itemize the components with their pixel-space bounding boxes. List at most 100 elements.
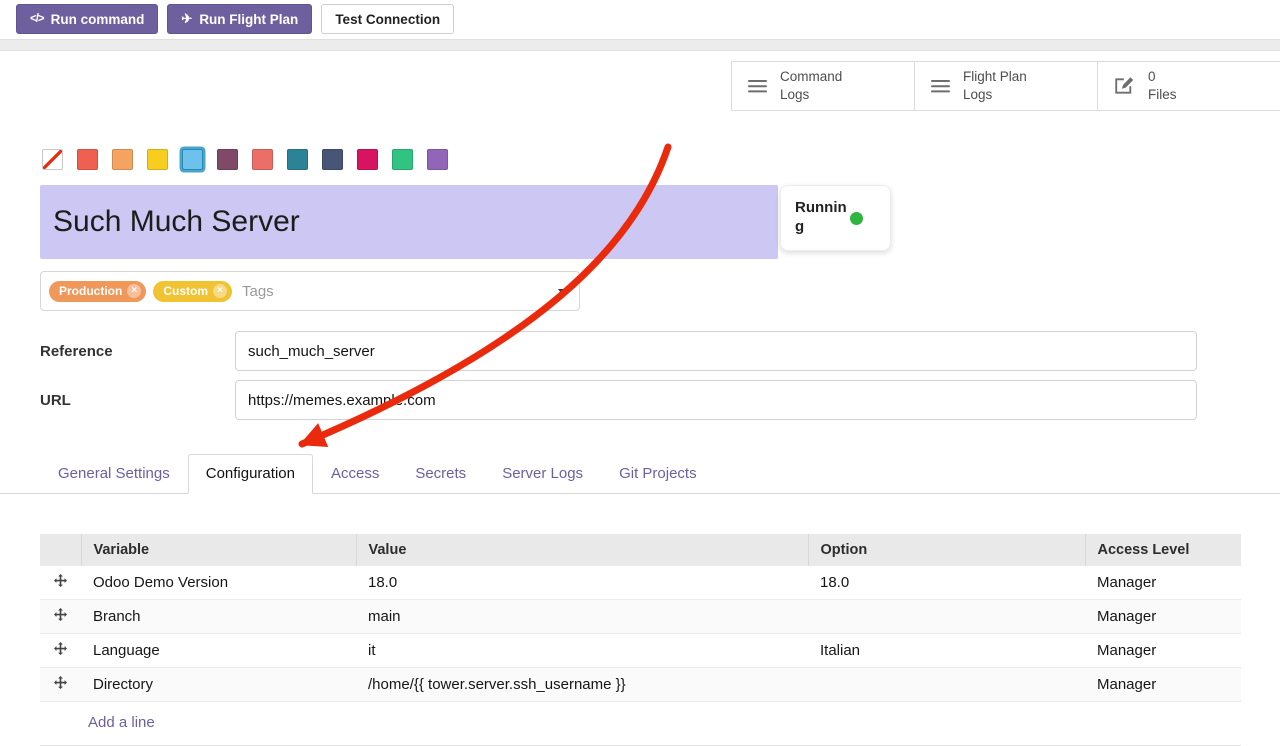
table-header-row: Variable Value Option Access Level: [40, 534, 1241, 566]
cell-variable[interactable]: Language: [81, 634, 356, 668]
color-swatch-cyan-selected[interactable]: [182, 149, 203, 170]
color-swatch-teal[interactable]: [287, 149, 308, 170]
stat-command-logs[interactable]: Command Logs: [731, 62, 914, 110]
stat-line2: Logs: [963, 87, 992, 102]
edit-icon: [1114, 76, 1135, 96]
cell-option[interactable]: Italian: [808, 634, 1085, 668]
cell-option[interactable]: [808, 668, 1085, 702]
configuration-table: Variable Value Option Access Level Odoo …: [40, 534, 1241, 746]
test-connection-button[interactable]: Test Connection: [321, 4, 454, 34]
cell-value[interactable]: main: [356, 600, 808, 634]
stat-line2: Files: [1148, 87, 1177, 102]
col-access-level[interactable]: Access Level: [1085, 534, 1241, 566]
cell-value[interactable]: 18.0: [356, 566, 808, 600]
status-dot-icon: [850, 212, 863, 225]
color-swatch-none[interactable]: [42, 149, 63, 170]
col-option[interactable]: Option: [808, 534, 1085, 566]
drag-handle-icon[interactable]: [40, 634, 81, 668]
cell-value[interactable]: /home/{{ tower.server.ssh_username }}: [356, 668, 808, 702]
run-command-button[interactable]: </> Run command: [16, 4, 158, 34]
run-command-label: Run command: [51, 12, 145, 27]
title-row: Such Much Server Running: [40, 185, 1240, 259]
divider-strip: [0, 39, 1280, 51]
tab-secrets[interactable]: Secrets: [397, 454, 484, 494]
stat-flight-plan-logs-label: Flight Plan Logs: [963, 68, 1027, 103]
stat-files-label: 0 Files: [1148, 68, 1177, 103]
drag-handle-icon[interactable]: [40, 600, 81, 634]
color-swatch-dark-purple[interactable]: [217, 149, 238, 170]
url-value: https://memes.example.com: [248, 392, 436, 409]
status-button[interactable]: Running: [780, 185, 891, 251]
tag-label: Custom: [163, 284, 208, 298]
code-icon: </>: [30, 13, 44, 25]
test-connection-label: Test Connection: [335, 12, 440, 27]
url-row: URL https://memes.example.com: [40, 380, 1197, 420]
run-flight-plan-button[interactable]: ✈ Run Flight Plan: [167, 4, 312, 34]
stat-files[interactable]: 0 Files: [1097, 62, 1280, 110]
tab-server-logs[interactable]: Server Logs: [484, 454, 601, 494]
color-swatch-purple[interactable]: [427, 149, 448, 170]
table-row[interactable]: Odoo Demo Version 18.0 18.0 Manager: [40, 566, 1241, 600]
table-row[interactable]: Language it Italian Manager: [40, 634, 1241, 668]
run-flight-plan-label: Run Flight Plan: [199, 12, 298, 27]
reference-value: such_much_server: [248, 343, 375, 360]
stat-line1: 0: [1148, 69, 1156, 84]
url-input[interactable]: https://memes.example.com: [235, 380, 1197, 420]
status-label: Running: [795, 199, 847, 237]
color-swatch-salmon[interactable]: [252, 149, 273, 170]
table-row[interactable]: Branch main Manager: [40, 600, 1241, 634]
color-swatch-magenta[interactable]: [357, 149, 378, 170]
tab-git-projects[interactable]: Git Projects: [601, 454, 715, 494]
server-name-text: Such Much Server: [53, 205, 300, 239]
handle-column-header: [40, 534, 81, 566]
cell-variable[interactable]: Branch: [81, 600, 356, 634]
color-swatch-navy[interactable]: [322, 149, 343, 170]
tags-field[interactable]: Production × Custom × Tags: [40, 271, 580, 311]
cell-access-level[interactable]: Manager: [1085, 600, 1241, 634]
cell-access-level[interactable]: Manager: [1085, 566, 1241, 600]
cell-option[interactable]: [808, 600, 1085, 634]
stat-command-logs-label: Command Logs: [780, 68, 842, 103]
notebook-tabs: General Settings Configuration Access Se…: [0, 454, 1280, 494]
reference-input[interactable]: such_much_server: [235, 331, 1197, 371]
plane-icon: ✈: [181, 11, 192, 27]
color-swatch-green[interactable]: [392, 149, 413, 170]
remove-tag-icon[interactable]: ×: [127, 284, 141, 298]
stat-line1: Flight Plan: [963, 69, 1027, 84]
tab-configuration[interactable]: Configuration: [188, 454, 313, 494]
stat-cells: Command Logs Flight Plan Logs 0 Files: [731, 61, 1280, 111]
color-swatch-yellow[interactable]: [147, 149, 168, 170]
list-icon: [931, 79, 950, 94]
cell-variable[interactable]: Odoo Demo Version: [81, 566, 356, 600]
drag-handle-icon[interactable]: [40, 668, 81, 702]
stat-button-bar: Command Logs Flight Plan Logs 0 Files: [0, 61, 1280, 111]
drag-handle-icon[interactable]: [40, 566, 81, 600]
add-a-line-link[interactable]: Add a line: [40, 702, 1241, 746]
tag-label: Production: [59, 284, 122, 298]
reference-row: Reference such_much_server: [40, 331, 1197, 371]
server-name-input[interactable]: Such Much Server: [40, 185, 778, 259]
color-swatch-orange[interactable]: [112, 149, 133, 170]
cell-variable[interactable]: Directory: [81, 668, 356, 702]
col-variable[interactable]: Variable: [81, 534, 356, 566]
cell-access-level[interactable]: Manager: [1085, 668, 1241, 702]
list-icon: [748, 79, 767, 94]
dropdown-caret-icon[interactable]: [558, 289, 566, 294]
color-swatch-red[interactable]: [77, 149, 98, 170]
fields-section: Reference such_much_server URL https://m…: [0, 331, 1280, 420]
cell-value[interactable]: it: [356, 634, 808, 668]
col-value[interactable]: Value: [356, 534, 808, 566]
remove-tag-icon[interactable]: ×: [213, 284, 227, 298]
cell-access-level[interactable]: Manager: [1085, 634, 1241, 668]
add-line-row: Add a line: [40, 702, 1241, 746]
stat-flight-plan-logs[interactable]: Flight Plan Logs: [914, 62, 1097, 110]
cell-option[interactable]: 18.0: [808, 566, 1085, 600]
stat-line1: Command: [780, 69, 842, 84]
tab-general-settings[interactable]: General Settings: [40, 454, 188, 494]
tag-custom[interactable]: Custom ×: [153, 281, 232, 302]
reference-label: Reference: [40, 343, 235, 360]
tag-production[interactable]: Production ×: [49, 281, 146, 302]
tags-placeholder: Tags: [242, 283, 274, 300]
tab-access[interactable]: Access: [313, 454, 397, 494]
table-row[interactable]: Directory /home/{{ tower.server.ssh_user…: [40, 668, 1241, 702]
